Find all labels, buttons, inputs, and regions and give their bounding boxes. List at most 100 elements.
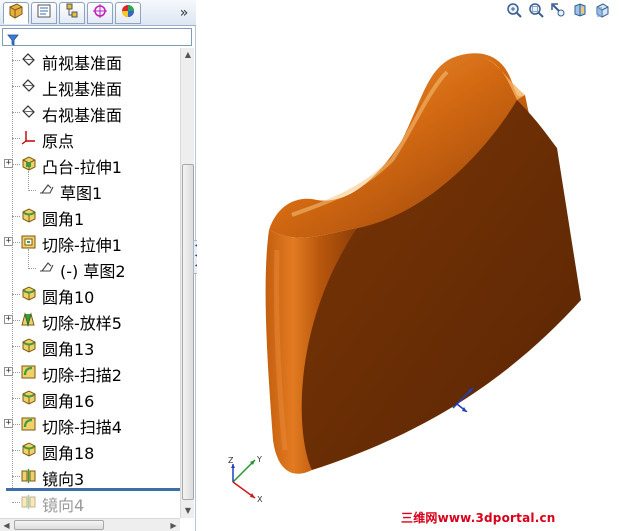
- feature-tree-item[interactable]: 镜向3: [0, 463, 180, 489]
- tab-display-manager[interactable]: [115, 2, 141, 24]
- tree-connector-line: [12, 398, 20, 399]
- tree-connector-line: [28, 249, 29, 269]
- tab-feature-manager[interactable]: [3, 2, 29, 24]
- feature-tree-item-label: 镜向4: [42, 496, 85, 515]
- feature-tree-item[interactable]: 圆角16: [0, 385, 180, 411]
- tree-connector-line: [12, 216, 20, 217]
- feature-tree-item[interactable]: 圆角10: [0, 281, 180, 307]
- feature-tree: 前视基准面 上视基准面右视基准面原点 + 凸台-拉伸1 草图1 圆角1 + 切除-拉伸1 (-)…: [0, 48, 180, 518]
- tree-connector-line: [12, 138, 20, 139]
- feature-tree-item[interactable]: 原点: [0, 125, 180, 151]
- tree-horizontal-scrollbar[interactable]: ◀ ▶: [0, 518, 180, 531]
- previous-view-icon: [550, 2, 566, 22]
- scroll-left-icon[interactable]: ◀: [0, 519, 13, 531]
- tree-vertical-scrollbar[interactable]: ▲ ▼: [180, 48, 194, 518]
- vertical-scroll-thumb[interactable]: [182, 164, 194, 500]
- feature-tree-item[interactable]: (-) 草图2: [0, 255, 180, 281]
- plane-icon: [20, 103, 37, 120]
- tree-connector-line: [12, 346, 20, 347]
- triad-y-label: Y: [256, 455, 262, 464]
- feature-filter-input[interactable]: [2, 28, 192, 46]
- section-view-icon: [572, 2, 588, 22]
- scroll-down-icon[interactable]: ▼: [181, 504, 195, 518]
- feature-tree-item[interactable]: + 切除-扫描4: [0, 411, 180, 437]
- fillet-icon: [20, 337, 37, 354]
- feature-tree-item[interactable]: + 切除-扫描2: [0, 359, 180, 385]
- fillet-icon: [20, 207, 37, 224]
- watermark-text: 三维网www.3dportal.cn: [401, 511, 556, 525]
- feature-tree-item[interactable]: 草图1: [0, 177, 180, 203]
- feature-tree-item[interactable]: 圆角1: [0, 203, 180, 229]
- triad-z-label: Z: [228, 456, 234, 465]
- feature-tree-item-label: 圆角1: [42, 210, 85, 229]
- tree-connector-line: [28, 268, 36, 269]
- view-orientation-icon: [594, 2, 610, 22]
- feature-tree-item[interactable]: 前视基准面: [0, 48, 180, 73]
- zoom-to-fit-icon: [506, 2, 522, 22]
- tab-configuration-manager[interactable]: [59, 2, 85, 24]
- tab-dimxpert-manager[interactable]: [87, 2, 113, 24]
- horizontal-scroll-thumb[interactable]: [14, 520, 104, 530]
- cut-sweep-icon: [20, 415, 37, 432]
- cut-loft-icon: [20, 311, 37, 328]
- view-orientation-button[interactable]: [593, 3, 611, 21]
- section-view-button[interactable]: [571, 3, 589, 21]
- zoom-to-area-icon: [528, 2, 544, 22]
- feature-tree-item-label: 切除-扫描2: [42, 366, 122, 385]
- previous-view-button[interactable]: [549, 3, 567, 21]
- feature-tree-item-label: 切除-扫描4: [42, 418, 122, 437]
- cut-sweep-icon: [20, 363, 37, 380]
- feature-tree-item[interactable]: 圆角13: [0, 333, 180, 359]
- feature-tree-item-label: 切除-拉伸1: [42, 236, 122, 255]
- feature-tree-item-label: (-) 草图2: [60, 262, 126, 281]
- tree-connector-line: [12, 450, 20, 451]
- feature-tree-item[interactable]: + 切除-放样5: [0, 307, 180, 333]
- display-manager-icon: [120, 3, 136, 23]
- scroll-up-icon[interactable]: ▲: [181, 48, 195, 62]
- feature-tree-item[interactable]: 圆角18: [0, 437, 180, 463]
- panel-tab-strip: »: [0, 0, 196, 26]
- tab-property-manager[interactable]: [31, 2, 57, 24]
- feature-tree-item-label: 圆角10: [42, 288, 95, 307]
- feature-tree-item[interactable]: + 切除-拉伸1: [0, 229, 180, 255]
- feature-tree-item-label: 前视基准面: [42, 54, 123, 73]
- feature-tree-item-label: 凸台-拉伸1: [42, 158, 122, 177]
- feature-tree-item-label: 镜向3: [42, 470, 85, 489]
- tree-connector-line: [12, 86, 20, 87]
- tree-connector-line: [12, 112, 20, 113]
- tree-connector-line: [28, 171, 29, 191]
- fillet-icon: [20, 441, 37, 458]
- property-manager-icon: [36, 3, 52, 23]
- feature-tree-item[interactable]: + 凸台-拉伸1: [0, 151, 180, 177]
- tab-overflow-button[interactable]: »: [176, 4, 192, 22]
- scroll-right-icon[interactable]: ▶: [167, 519, 180, 531]
- feature-tree-item-label: 圆角13: [42, 340, 95, 359]
- zoom-to-area-button[interactable]: [527, 3, 545, 21]
- tree-connector-line: [12, 476, 20, 477]
- feature-tree-item[interactable]: 镜向4: [0, 489, 180, 515]
- cut-extrude-icon: [20, 233, 37, 250]
- feature-tree-item-label: 草图1: [60, 184, 103, 203]
- feature-tree-item[interactable]: 右视基准面: [0, 99, 180, 125]
- tree-connector-line: [28, 190, 36, 191]
- tree-connector-line: [12, 164, 20, 165]
- tree-connector-line: [12, 242, 20, 243]
- feature-tree-item[interactable]: 上视基准面: [0, 73, 180, 99]
- feature-tree-item-label: 原点: [42, 132, 75, 151]
- zoom-to-fit-button[interactable]: [505, 3, 523, 21]
- feature-tree-icon: [8, 3, 24, 23]
- sketch-icon: [38, 181, 55, 198]
- tree-connector-line: [12, 320, 20, 321]
- feature-tree-item-label: 圆角16: [42, 392, 95, 411]
- feature-manager-panel: » 前视基准面 上视基准面右视基准面原点 + 凸台-拉伸1 草图1 圆角1 + 切除-拉伸1 (…: [0, 0, 196, 531]
- dimxpert-icon: [92, 3, 108, 23]
- fillet-icon: [20, 389, 37, 406]
- sketch-icon: [38, 259, 55, 276]
- graphics-area[interactable]: Y Z X 三维网www.3dportal.cn: [197, 0, 621, 531]
- origin-marker: [449, 384, 477, 416]
- tree-connector-line: [12, 502, 20, 503]
- feature-tree-item-label: 右视基准面: [42, 106, 123, 125]
- rollback-bar[interactable]: [6, 488, 180, 491]
- tree-connector-line: [12, 48, 13, 488]
- feature-tree-item-label: 圆角18: [42, 444, 95, 463]
